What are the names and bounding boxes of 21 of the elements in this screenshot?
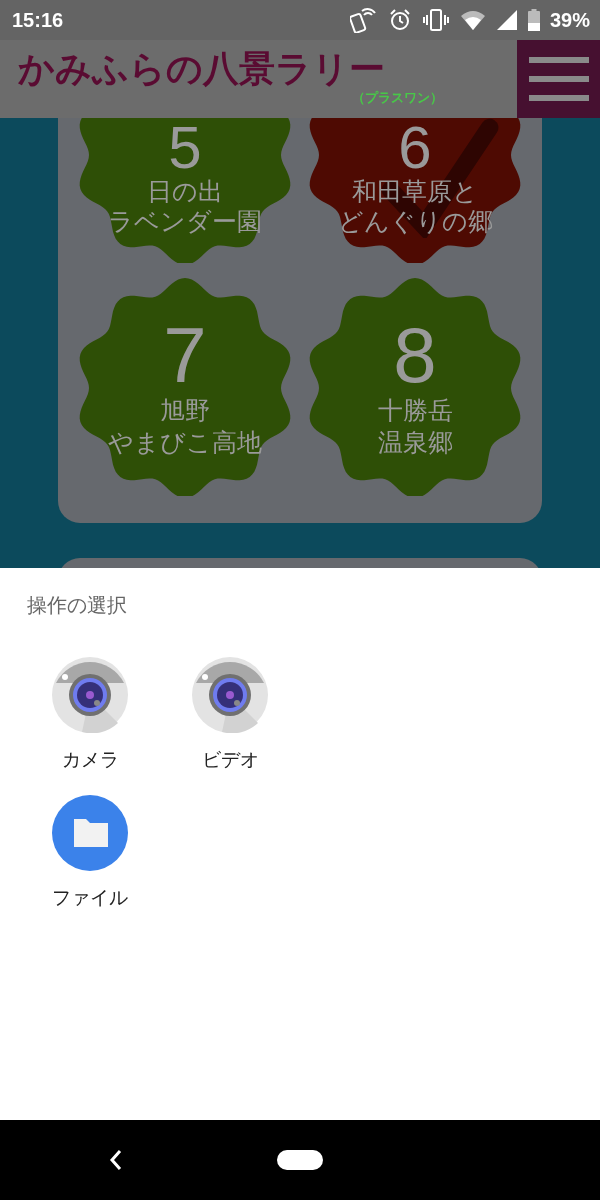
spot-name: 温泉郷 (377, 427, 453, 459)
app-option[interactable]: ビデオ (160, 657, 300, 773)
battery-percent: 39% (549, 8, 590, 32)
spot-name: 和田草原と (352, 177, 478, 207)
clock-time: 15:16 (12, 8, 64, 32)
spot-number: 7 (163, 315, 207, 395)
app-option[interactable]: カメラ (20, 657, 160, 773)
spot-name: ラベンダー園 (108, 207, 262, 237)
spot-name: 旭野 (160, 395, 210, 427)
spot-number: 8 (393, 315, 437, 395)
spot-name: 日の出 (147, 177, 223, 207)
app-label: ファイル (52, 885, 128, 910)
spot-number: 6 (398, 119, 432, 177)
sheet-title: 操作の選択 (27, 592, 128, 619)
spot-name: やまびこ高地 (108, 427, 262, 459)
app-option[interactable]: ファイル (20, 795, 160, 911)
spot-name: 十勝岳 (377, 395, 453, 427)
app-label: ビデオ (201, 747, 259, 772)
app-label: カメラ (61, 747, 119, 772)
spot-number: 5 (168, 119, 202, 177)
logo-subtitle: （プラスワン） (352, 90, 443, 106)
